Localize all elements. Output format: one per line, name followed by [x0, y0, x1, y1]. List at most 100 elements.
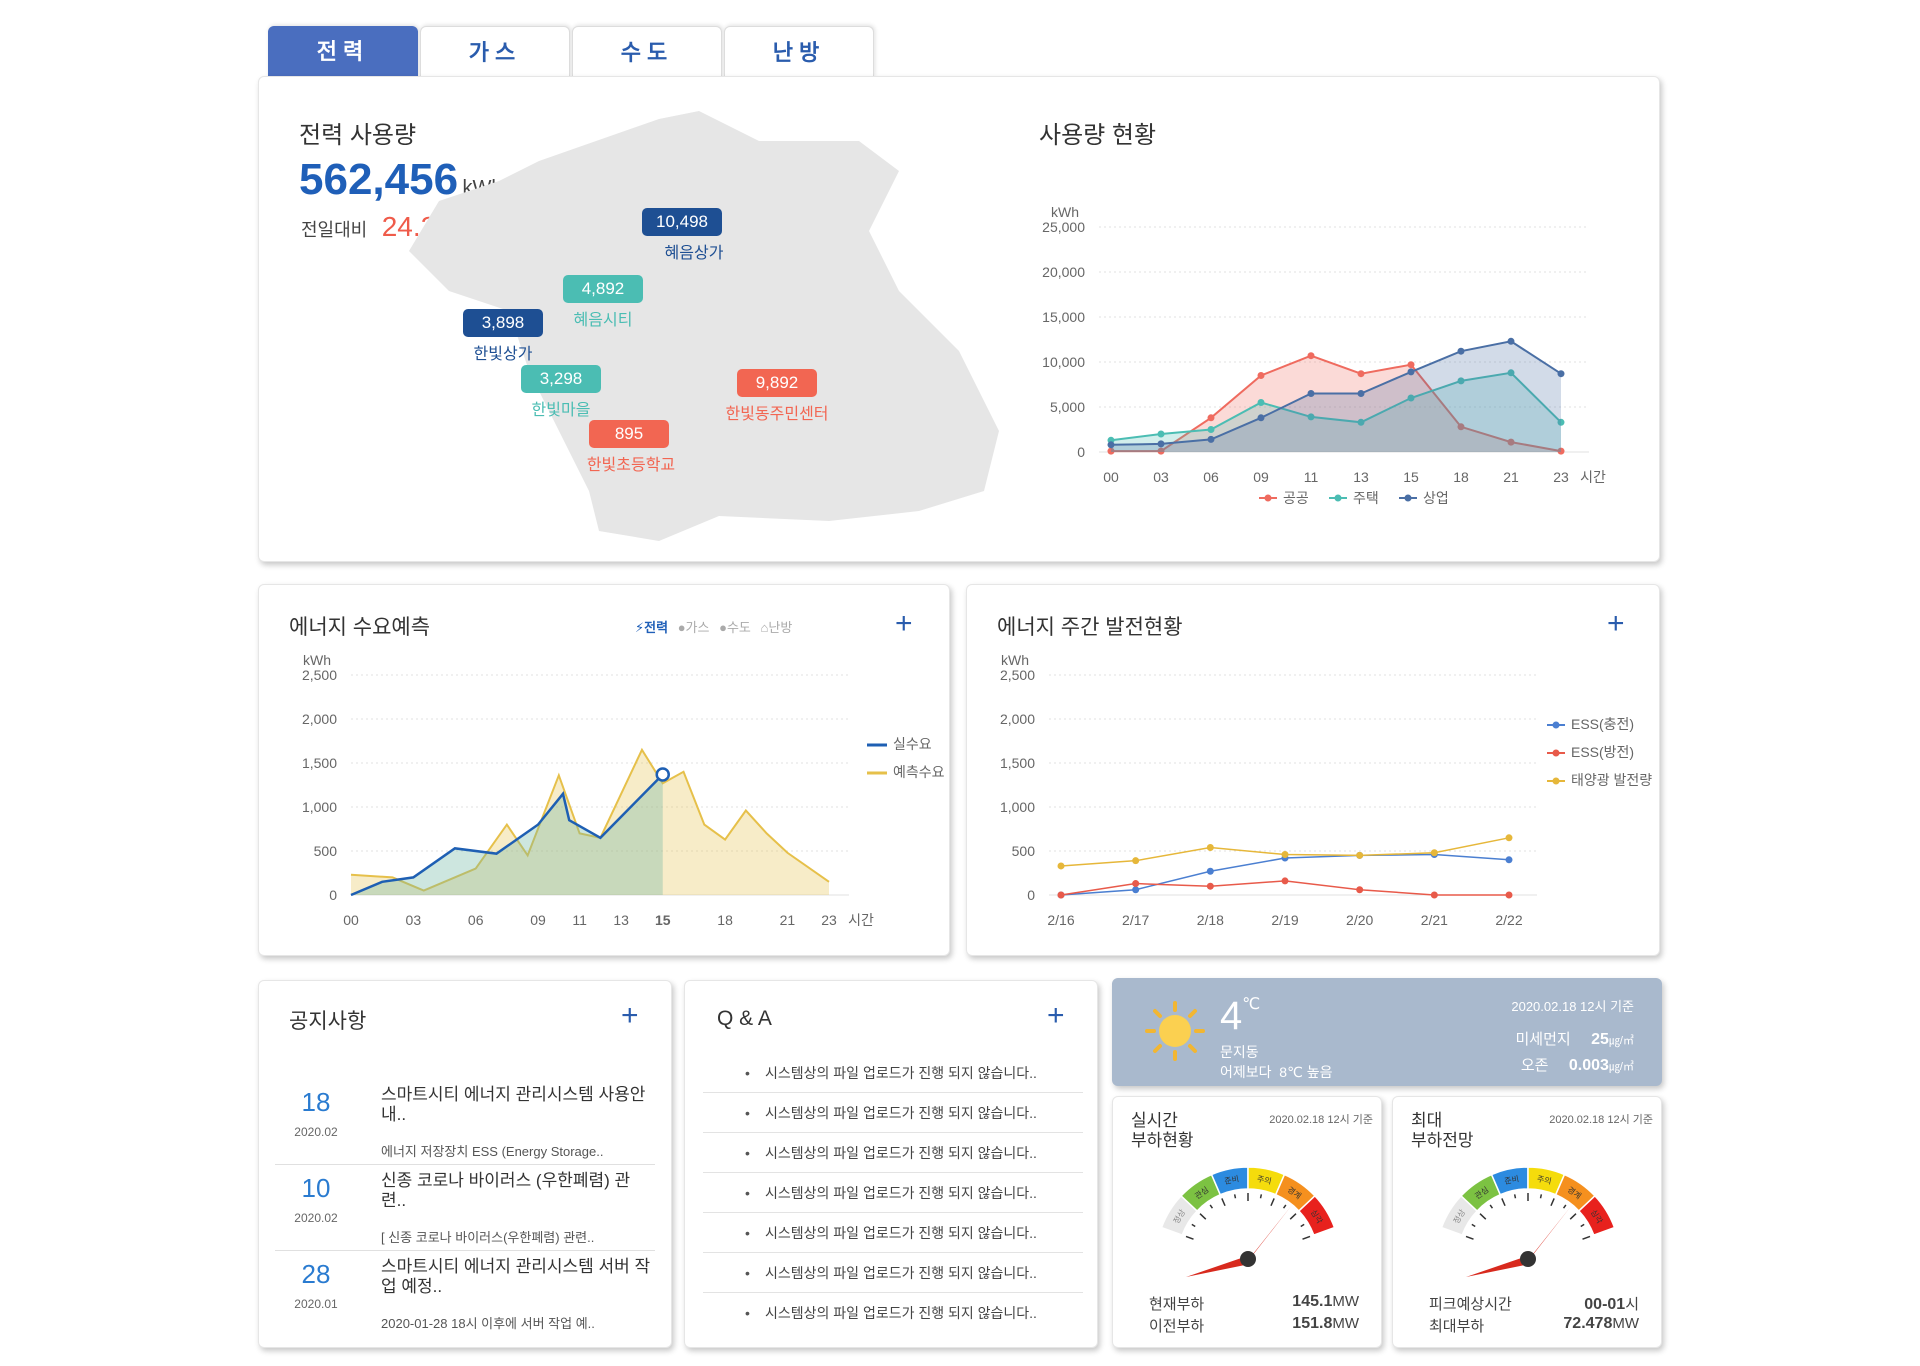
x-tick-label: 2/22	[1495, 912, 1522, 928]
y-axis-label: kWh	[303, 655, 331, 668]
notice-item-title: 신종 코로나 바이러스 (우한폐렴) 관련..	[381, 1171, 631, 1210]
notice-date: 2020.01	[294, 1297, 338, 1311]
data-point	[1257, 399, 1265, 406]
x-tick-label: 09	[530, 912, 546, 928]
qa-more-button[interactable]: +	[1047, 1001, 1065, 1031]
x-tick-label: 00	[343, 912, 359, 928]
current-point	[655, 767, 670, 782]
legend-marker	[1552, 721, 1560, 729]
notice-item-title: 스마트시티 에너지 관리시스템 사용안내..	[381, 1085, 646, 1124]
usage-panel: 전력 사용량 562,456 kWh 전일대비 24.29 % 10,498 혜…	[258, 76, 1660, 562]
qa-item[interactable]: 시스템상의 파일 업로드가 진행 되지 않습니다..	[703, 1133, 1083, 1173]
weekly-panel: 에너지 주간 발전현황 + 0 500 1,000 1,500 2,000 2,500 kW…	[966, 584, 1660, 956]
map-badge-hyeeum-sangga[interactable]: 10,498	[642, 208, 722, 236]
gauge-tick	[1191, 1223, 1196, 1228]
qa-item[interactable]: 시스템상의 파일 업로드가 진행 되지 않습니다..	[703, 1173, 1083, 1213]
legend-label: 예측수요	[893, 764, 945, 780]
data-point	[1557, 370, 1565, 378]
y-tick-label: 20,000	[1042, 264, 1085, 280]
notice-item[interactable]: 18 2020.02 스마트시티 에너지 관리시스템 사용안내.. 에너지 저장…	[275, 1079, 655, 1165]
energy-tab-water[interactable]: ●수도	[719, 620, 751, 635]
notice-item[interactable]: 10 2020.02 신종 코로나 바이러스 (우한폐렴) 관련.. [ 신종 …	[275, 1165, 655, 1251]
data-point	[1207, 435, 1215, 443]
gauge-tick	[1465, 1235, 1474, 1240]
y-tick-label: 25,000	[1042, 219, 1085, 235]
flame-icon: ●	[677, 620, 686, 635]
x-tick-label: 2/19	[1271, 912, 1298, 928]
notice-date: 2020.02	[294, 1125, 338, 1139]
y-tick-label: 0	[1027, 887, 1035, 903]
tab-electric[interactable]: 전력	[268, 26, 418, 78]
map-badge-elementary-school[interactable]: 895	[589, 420, 669, 448]
data-point	[1257, 372, 1265, 379]
notice-more-button[interactable]: +	[621, 1001, 639, 1031]
ozone-label: 오존	[1520, 1057, 1549, 1074]
gauge-tick	[1185, 1235, 1194, 1240]
weekly-more-button[interactable]: +	[1607, 609, 1625, 639]
data-point	[1430, 849, 1438, 857]
gauge-tick	[1489, 1204, 1494, 1209]
legend-label: 태양광 발전량	[1571, 772, 1652, 788]
data-point	[1206, 867, 1214, 875]
data-point	[1281, 877, 1289, 885]
tab-water[interactable]: 수도	[572, 26, 722, 78]
gauge-tick	[1300, 1223, 1305, 1228]
legend-label: 주택	[1353, 490, 1379, 506]
y-tick-label: 500	[1012, 843, 1036, 859]
notice-panel: 공지사항 + 18 2020.02 스마트시티 에너지 관리시스템 사용안내..…	[258, 980, 672, 1348]
data-point	[1281, 851, 1289, 859]
realtime-title: 실시간 부하현황	[1131, 1111, 1194, 1150]
peak-load-panel: 최대 부하전망 2020.02.18 12시 기준 정상 관심 준비 주의 경계 심각 피크…	[1392, 1096, 1662, 1348]
data-point	[1356, 851, 1364, 859]
realtime-gauge: 정상관심준비 주의경계심각	[1160, 1166, 1336, 1277]
energy-tab-gas[interactable]: ●가스	[678, 620, 710, 635]
y-tick-label: 2,000	[302, 711, 337, 727]
y-tick-label: 5,000	[1050, 399, 1085, 415]
map-badge-community-center[interactable]: 9,892	[737, 369, 817, 397]
dust-unit: ㎍/㎥	[1608, 1035, 1634, 1047]
tab-heating[interactable]: 난방	[724, 26, 874, 78]
notice-item[interactable]: 28 2020.01 스마트시티 에너지 관리시스템 서버 작업 예정.. 20…	[275, 1251, 655, 1337]
data-point	[1457, 347, 1465, 355]
qa-item[interactable]: 시스템상의 파일 업로드가 진행 되지 않습니다..	[703, 1253, 1083, 1293]
legend-label: ESS(방전)	[1571, 744, 1634, 760]
gauge-tick	[1513, 1194, 1517, 1199]
y-tick-label: 2,000	[1000, 711, 1035, 727]
qa-item[interactable]: 시스템상의 파일 업로드가 진행 되지 않습니다..	[703, 1093, 1083, 1133]
data-point	[1505, 834, 1513, 842]
qa-item[interactable]: 시스템상의 파일 업로드가 진행 되지 않습니다..	[703, 1213, 1083, 1253]
x-tick-label: 2/17	[1122, 912, 1149, 928]
map-badge-hyeeum-city[interactable]: 4,892	[563, 275, 643, 303]
tab-gas[interactable]: 가스	[420, 26, 570, 78]
energy-type-tabs: ⚡전력 ●가스 ●수도 ⌂난방	[635, 617, 792, 636]
qa-panel: Q & A + 시스템상의 파일 업로드가 진행 되지 않습니다.. 시스템상의…	[684, 980, 1098, 1348]
notice-day: 18	[301, 1087, 331, 1117]
x-tick-label: 21	[1503, 469, 1519, 485]
x-tick-label: 2/20	[1346, 912, 1373, 928]
map-badge-hanbit-maeul[interactable]: 3,298	[521, 365, 601, 393]
x-tick-label: 18	[1453, 469, 1469, 485]
dust-label: 미세먼지	[1515, 1031, 1571, 1048]
map-badge-hanbit-sangga[interactable]: 3,898	[463, 309, 543, 337]
weather-panel: 4℃ 문지동 어제보다 8℃ 높음 2020.02.18 12시 기준 미세먼지…	[1112, 978, 1662, 1086]
map-label-community-center: 한빛동주민센터	[725, 406, 829, 423]
y-tick-label: 0	[1077, 444, 1085, 460]
qa-title: Q & A	[717, 1007, 772, 1030]
data-point	[1132, 857, 1140, 865]
weather-location: 문지동	[1220, 1044, 1259, 1060]
qa-item[interactable]: 시스템상의 파일 업로드가 진행 되지 않습니다..	[703, 1053, 1083, 1093]
x-tick-label: 03	[406, 912, 422, 928]
x-tick-label: 11	[572, 912, 587, 928]
y-tick-label: 0	[329, 887, 337, 903]
qa-item[interactable]: 시스템상의 파일 업로드가 진행 되지 않습니다..	[703, 1293, 1083, 1333]
energy-tab-heating[interactable]: ⌂난방	[761, 620, 793, 635]
ozone-row: 오존 0.003㎍/㎥	[1521, 1054, 1634, 1075]
dust-row: 미세먼지 25㎍/㎥	[1515, 1028, 1634, 1049]
gauge-tick	[1289, 1213, 1297, 1220]
data-point	[1407, 361, 1415, 369]
data-point	[1507, 337, 1515, 345]
energy-tab-electric[interactable]: ⚡전력	[635, 620, 668, 635]
y-tick-label: 15,000	[1042, 309, 1085, 325]
gauge-tick	[1282, 1204, 1287, 1209]
forecast-more-button[interactable]: +	[895, 609, 913, 639]
